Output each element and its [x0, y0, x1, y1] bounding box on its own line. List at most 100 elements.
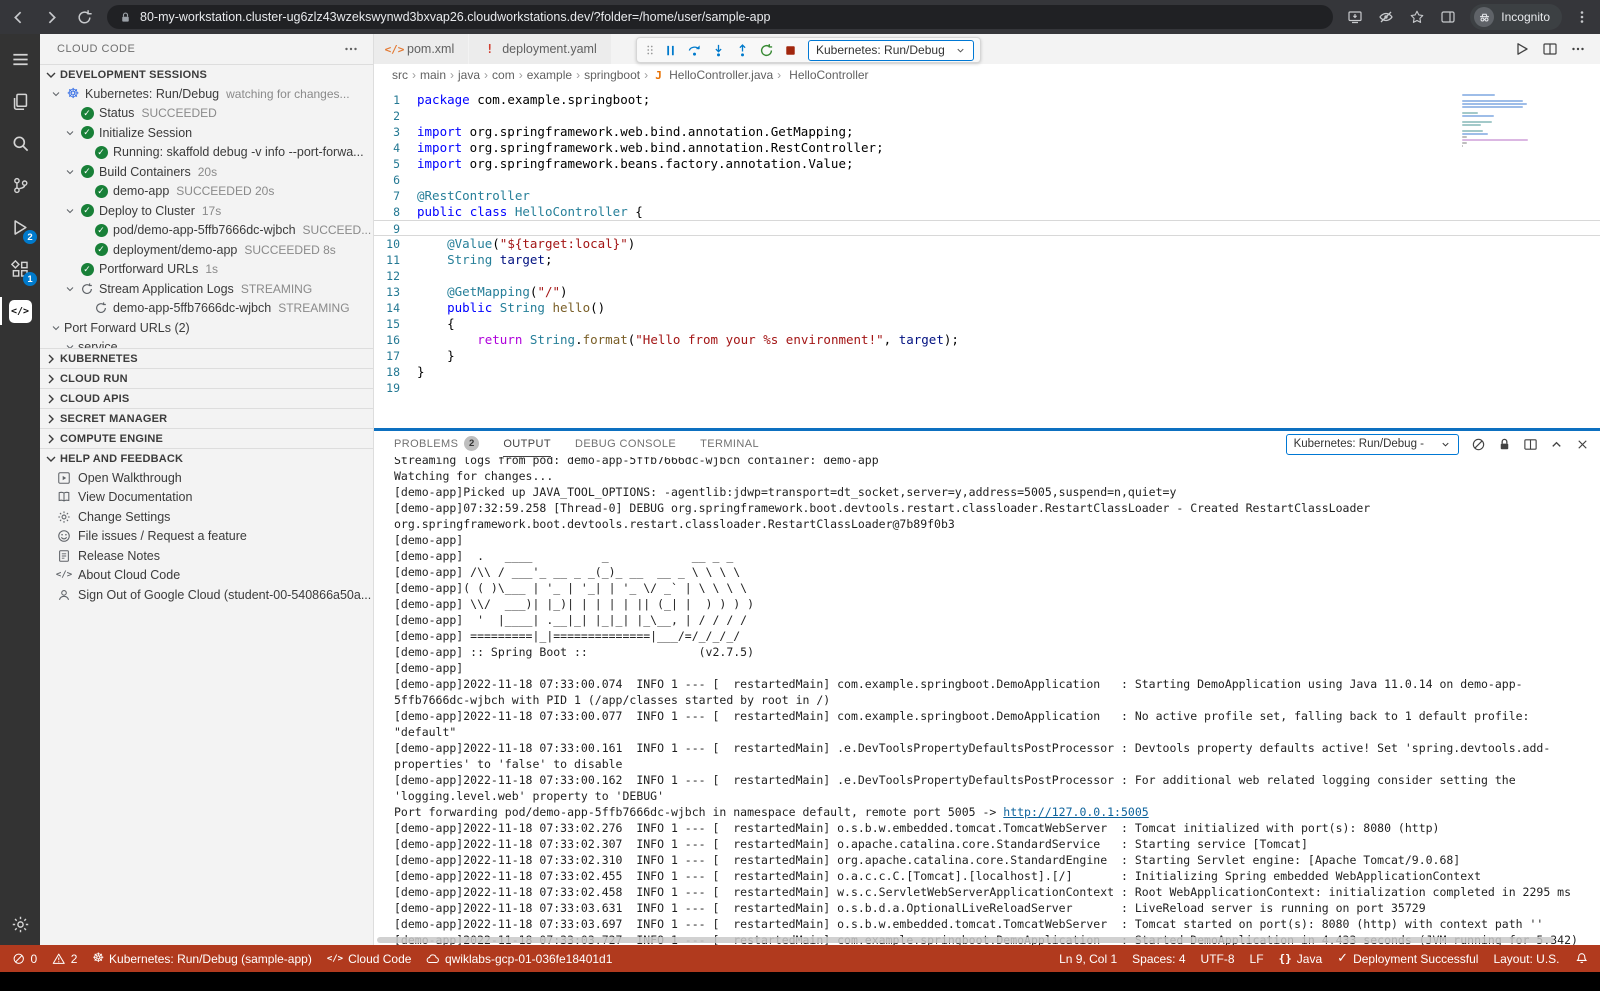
tree-item-demo-app[interactable]: ✓demo-appSUCCEEDED 20s — [40, 182, 373, 202]
step-into-button[interactable] — [707, 39, 729, 61]
tree-item-demo-app-5ffb7666dc-wjbch[interactable]: demo-app-5ffb7666dc-wjbchSTREAMING — [40, 299, 373, 319]
status-keyboard-layout[interactable]: Layout: U.S. — [1493, 952, 1559, 966]
tree-item-portforward-urls[interactable]: ✓Portforward URLs1s — [40, 260, 373, 280]
log-line: [demo-app]2022-11-18 07:33:00.162 INFO 1… — [394, 772, 1590, 804]
incognito-profile-chip[interactable]: Incognito — [1470, 4, 1562, 30]
tree-item-port-forward-urls-2[interactable]: Port Forward URLs (2) — [40, 318, 373, 338]
forward-button[interactable] — [43, 9, 60, 26]
tree-item-deployment-demo-app[interactable]: ✓deployment/demo-appSUCCEEDED 8s — [40, 240, 373, 260]
status-eol[interactable]: LF — [1250, 952, 1264, 966]
breadcrumb-com[interactable]: com — [492, 68, 515, 82]
panel-tab-problems[interactable]: PROBLEMS2 — [394, 431, 479, 457]
sidebar-item-change-settings[interactable]: Change Settings — [40, 507, 373, 527]
drag-handle-icon[interactable] — [643, 42, 657, 58]
split-button[interactable] — [1542, 41, 1558, 57]
browser-menu-icon[interactable] — [1574, 9, 1590, 25]
line-number: 1 — [374, 92, 417, 108]
debug-profile-select[interactable]: Kubernetes: Run/Debug — [808, 40, 974, 61]
tree-item-running-skaffold-debug-v-info-port-forwa[interactable]: ✓Running: skaffold debug -v info --port-… — [40, 143, 373, 163]
sidebar-item-file-issues-request-a-feature[interactable]: File issues / Request a feature — [40, 527, 373, 547]
step-over-button[interactable] — [683, 39, 705, 61]
close-panel-button[interactable] — [1575, 437, 1590, 452]
code-line-11: 11 String target; — [374, 252, 1600, 268]
restart-button[interactable] — [755, 39, 777, 61]
status-deployment-status[interactable]: ✓Deployment Successful — [1337, 952, 1478, 966]
sidebar-item-sign-out-of-google-cloud-student-00-5408[interactable]: Sign Out of Google Cloud (student-00-540… — [40, 585, 373, 605]
stop-button[interactable] — [779, 39, 801, 61]
sidebar-item-view-documentation[interactable]: View Documentation — [40, 488, 373, 508]
breadcrumb-src[interactable]: src — [392, 68, 408, 82]
install-app-icon[interactable] — [1347, 9, 1363, 25]
panel-tab-terminal[interactable]: TERMINAL — [700, 431, 759, 457]
breadcrumb-hellocontroller[interactable]: HelloController — [785, 68, 868, 82]
tree-item-pod-demo-app-5ffb7666dc-wjbch[interactable]: ✓pod/demo-app-5ffb7666dc-wjbchSUCCEED... — [40, 221, 373, 241]
activity-source-control-button[interactable] — [0, 164, 40, 206]
sidebar-item-about-cloud-code[interactable]: </>About Cloud Code — [40, 566, 373, 586]
more-actions-icon[interactable] — [343, 41, 359, 57]
activity-menu-button[interactable] — [0, 38, 40, 80]
star-icon[interactable] — [1409, 9, 1425, 25]
panel-tab-debug-console[interactable]: DEBUG CONSOLE — [575, 431, 676, 457]
step-out-button[interactable] — [731, 39, 753, 61]
tab-deployment-yaml[interactable]: !deployment.yaml — [469, 34, 612, 64]
activity-cloud-code-button[interactable]: </> — [0, 290, 40, 332]
minimap[interactable] — [1462, 94, 1532, 151]
horizontal-scrollbar[interactable] — [377, 937, 1554, 943]
tree-item-stream-application-logs[interactable]: Stream Application LogsSTREAMING — [40, 279, 373, 299]
status-gcp-project[interactable]: qwiklabs-gcp-01-036fe18401d1 — [426, 952, 612, 966]
back-button[interactable] — [10, 9, 27, 26]
tree-item-build-containers[interactable]: ✓Build Containers20s — [40, 162, 373, 182]
code-line-3: 3import org.springframework.web.bind.ann… — [374, 124, 1600, 140]
status-cursor-position[interactable]: Ln 9, Col 1 — [1059, 952, 1117, 966]
tree-item-initialize-session[interactable]: ✓Initialize Session — [40, 123, 373, 143]
tree-item-deploy-to-cluster[interactable]: ✓Deploy to Cluster17s — [40, 201, 373, 221]
breadcrumb-hellocontroller-java[interactable]: JHelloController.java — [652, 68, 773, 82]
play-button[interactable] — [1514, 41, 1530, 57]
eye-off-icon[interactable] — [1378, 9, 1394, 25]
output-channel-select[interactable]: Kubernetes: Run/Debug - — [1286, 434, 1459, 455]
side-panel-icon[interactable] — [1440, 9, 1456, 25]
sidebar-item-release-notes[interactable]: Release Notes — [40, 546, 373, 566]
code-editor[interactable]: 1package com.example.springboot;23import… — [374, 86, 1600, 428]
sidebar-section-kubernetes[interactable]: KUBERNETES — [40, 348, 373, 368]
sidebar-item-open-walkthrough[interactable]: Open Walkthrough — [40, 468, 373, 488]
tree-item-kubernetes-run-debug[interactable]: ☸Kubernetes: Run/Debugwatching for chang… — [40, 84, 373, 104]
breadcrumb-springboot[interactable]: springboot — [584, 68, 640, 82]
status-cloud-code-status[interactable]: </>Cloud Code — [327, 952, 412, 966]
lock-scroll-button[interactable] — [1497, 437, 1512, 452]
sidebar-section-development-sessions[interactable]: DEVELOPMENT SESSIONS — [40, 64, 373, 84]
status-error-count[interactable]: 0 — [12, 952, 37, 966]
more-button[interactable] — [1570, 41, 1586, 57]
breadcrumb-java[interactable]: java — [458, 68, 480, 82]
maximize-panel-button[interactable] — [1549, 437, 1564, 452]
breadcrumb-example[interactable]: example — [527, 68, 572, 82]
reload-button[interactable] — [76, 9, 93, 26]
status-language-mode[interactable]: {}Java — [1279, 952, 1323, 966]
pause-button[interactable] — [659, 39, 681, 61]
activity-gear-button[interactable] — [0, 903, 40, 945]
tree-item-status[interactable]: ✓StatusSUCCEEDED — [40, 104, 373, 124]
activity-search-button[interactable] — [0, 122, 40, 164]
panel-tab-output[interactable]: OUTPUT — [503, 431, 551, 457]
activity-run-debug-button[interactable]: 2 — [0, 206, 40, 248]
sidebar-section-cloud-apis[interactable]: CLOUD APIS — [40, 388, 373, 408]
status-indentation[interactable]: Spaces: 4 — [1132, 952, 1185, 966]
address-bar[interactable]: 80-my-workstation.cluster-ug6zlz43wzeksw… — [107, 5, 1333, 29]
split-panel-button[interactable] — [1523, 437, 1538, 452]
clear-output-button[interactable] — [1471, 437, 1486, 452]
breadcrumb-main[interactable]: main — [420, 68, 446, 82]
status-notifications[interactable] — [1575, 952, 1589, 966]
sidebar-section-compute-engine[interactable]: COMPUTE ENGINE — [40, 428, 373, 448]
sidebar-section-help-and-feedback[interactable]: HELP AND FEEDBACK — [40, 448, 373, 468]
status-warning-count[interactable]: 2 — [52, 952, 77, 966]
status-encoding[interactable]: UTF-8 — [1201, 952, 1235, 966]
tab-pom-xml[interactable]: </>pom.xml — [374, 34, 469, 64]
sidebar-section-secret-manager[interactable]: SECRET MANAGER — [40, 408, 373, 428]
activity-explorer-button[interactable] — [0, 80, 40, 122]
sidebar-section-cloud-run[interactable]: CLOUD RUN — [40, 368, 373, 388]
status-debug-session-status[interactable]: ☸Kubernetes: Run/Debug (sample-app) — [92, 952, 311, 966]
activity-extensions-button[interactable]: 1 — [0, 248, 40, 290]
port-forward-link[interactable]: http://127.0.0.1:5005 — [1003, 805, 1148, 819]
tree-item-service[interactable]: service — [40, 338, 373, 349]
editor-tabs: </>pom.xml!deployment.yaml — [374, 34, 612, 64]
